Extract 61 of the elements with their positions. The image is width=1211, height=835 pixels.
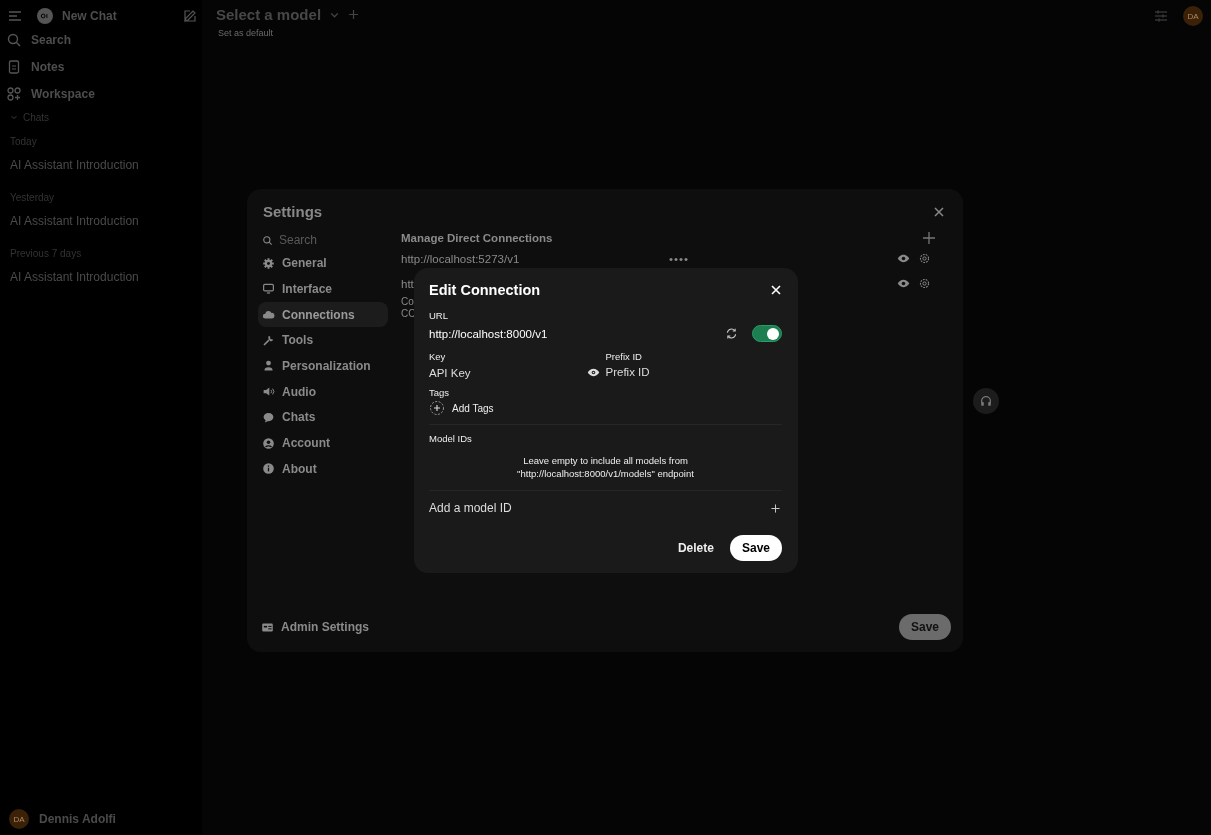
gear-icon[interactable] bbox=[918, 252, 931, 265]
refresh-icon[interactable] bbox=[725, 327, 738, 340]
save-button[interactable]: Save bbox=[898, 614, 951, 640]
account-icon bbox=[262, 436, 275, 450]
eye-icon[interactable] bbox=[897, 252, 910, 265]
note-icon bbox=[6, 58, 22, 75]
monitor-icon bbox=[262, 282, 275, 296]
search-field[interactable]: Search bbox=[279, 233, 379, 247]
field-label: Prefix ID bbox=[605, 351, 643, 362]
settings-tab[interactable]: About bbox=[258, 456, 388, 482]
admin-settings-link[interactable]: Admin Settings bbox=[261, 620, 369, 634]
wrench-icon bbox=[262, 333, 275, 347]
eye-icon[interactable] bbox=[586, 366, 600, 379]
settings-tab[interactable]: General bbox=[258, 250, 388, 276]
settings-tab[interactable]: Personalization bbox=[258, 353, 388, 379]
logo-icon bbox=[37, 8, 53, 24]
id-card-icon bbox=[261, 620, 274, 634]
grid-icon bbox=[6, 85, 22, 102]
edit-icon[interactable] bbox=[182, 8, 198, 24]
masked-key: •••• bbox=[669, 252, 690, 265]
settings-tab[interactable]: Interface bbox=[258, 276, 388, 302]
set-default-link[interactable]: Set as default bbox=[218, 28, 360, 38]
model-id-field[interactable]: Add a model ID bbox=[429, 501, 769, 515]
delete-button[interactable]: Delete bbox=[671, 540, 720, 556]
settings-tab[interactable]: Audio bbox=[258, 379, 388, 405]
gear-icon[interactable] bbox=[918, 277, 931, 290]
toggle-switch[interactable] bbox=[752, 325, 782, 342]
settings-tab[interactable]: Connections bbox=[258, 302, 388, 328]
api-key-field[interactable]: API Key bbox=[429, 366, 581, 379]
chevron-icon bbox=[10, 113, 18, 121]
settings-tab[interactable]: Account bbox=[258, 430, 388, 456]
prefix-id-field[interactable]: Prefix ID bbox=[605, 366, 782, 378]
note-text: Co bbox=[401, 296, 415, 308]
chat-bubble-icon bbox=[262, 410, 275, 424]
info-icon bbox=[262, 462, 275, 476]
field-label: URL bbox=[429, 310, 449, 321]
search-icon bbox=[262, 234, 273, 246]
connection-url[interactable]: http://localhost:5273/v1 bbox=[401, 252, 661, 265]
field-label: Model IDs bbox=[429, 433, 473, 444]
settings-tab[interactable]: Chats bbox=[258, 404, 388, 430]
save-button[interactable]: Save bbox=[729, 535, 782, 561]
person-icon bbox=[262, 359, 275, 373]
user-avatar[interactable]: DA bbox=[1183, 6, 1203, 26]
dialog-title: Edit Connection bbox=[429, 282, 541, 298]
voice-button[interactable] bbox=[973, 388, 999, 414]
field-label: Key bbox=[429, 351, 447, 362]
add-icon[interactable] bbox=[429, 400, 445, 416]
field-label: Tags bbox=[429, 387, 451, 398]
user-avatar[interactable]: DA bbox=[9, 809, 29, 829]
headphones-icon bbox=[979, 394, 993, 408]
hint-text: Leave empty to include all models from "http://localhost:8000/v1/models" endpoint bbox=[516, 454, 695, 480]
section-title: Manage Direct Connections bbox=[401, 232, 553, 244]
url-field[interactable]: http://localhost:8000/v1 bbox=[429, 327, 719, 340]
gear-icon bbox=[262, 256, 275, 270]
plus-icon[interactable] bbox=[769, 501, 782, 515]
settings-tab[interactable]: Tools bbox=[258, 327, 388, 353]
search-icon bbox=[6, 31, 22, 48]
dialog-title: Settings bbox=[263, 203, 323, 220]
cloud-icon bbox=[262, 308, 275, 322]
add-tags-button[interactable]: Add Tags bbox=[452, 402, 494, 414]
eye-icon[interactable] bbox=[897, 277, 910, 290]
